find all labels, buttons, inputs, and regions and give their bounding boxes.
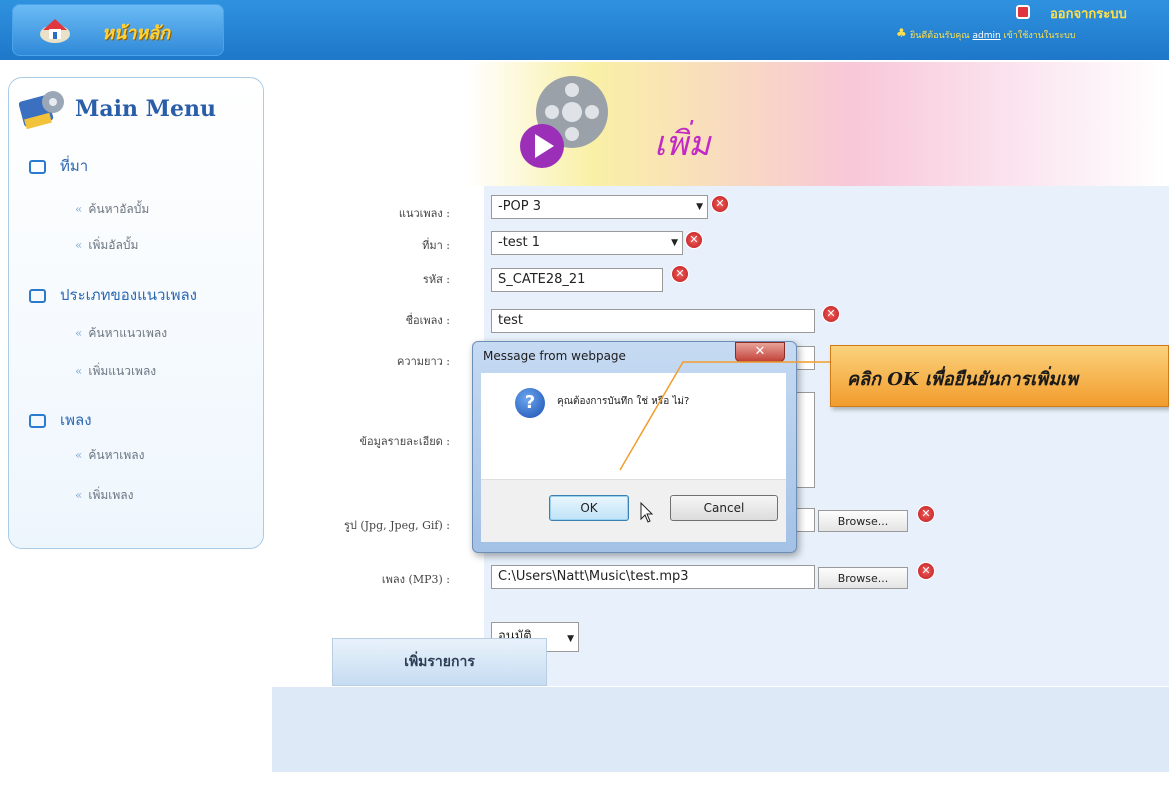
sidebar-section-genre[interactable]: ประเภทของแนวเพลง bbox=[29, 283, 197, 307]
song-file-input[interactable]: C:\Users\Natt\Music\test.mp3 bbox=[491, 565, 815, 589]
film-menu-icon bbox=[19, 91, 64, 130]
error-icon: ✕ bbox=[918, 506, 934, 522]
sidebar-item-search-album[interactable]: «ค้นหาอัลบั้ม bbox=[75, 200, 149, 219]
logout-link[interactable]: ออกจากระบบ bbox=[1050, 3, 1127, 24]
song-name-input[interactable]: test bbox=[491, 309, 815, 333]
chat-bubble-icon bbox=[29, 160, 46, 174]
sidebar-section-song[interactable]: เพลง bbox=[29, 408, 92, 432]
welcome-suffix: เข้าใช้งานในระบบ bbox=[1003, 31, 1076, 41]
welcome-username-link[interactable]: admin bbox=[972, 31, 1000, 41]
genre-label: แนวเพลง : bbox=[398, 207, 450, 220]
question-icon: ? bbox=[515, 388, 545, 418]
dialog-message: คุณต้องการบันทึก ใช่ หรือ ไม่? bbox=[557, 396, 690, 407]
error-icon: ✕ bbox=[823, 306, 839, 322]
dropdown-arrow-icon: ▼ bbox=[567, 634, 574, 644]
error-icon: ✕ bbox=[712, 196, 728, 212]
detail-label: ข้อมูลรายละเอียด : bbox=[359, 435, 450, 448]
sidebar-item-add-album[interactable]: «เพิ่มอัลบั้ม bbox=[75, 236, 138, 255]
top-header-bar: หน้าหลัก ออกจากระบบ ♣ ยินดีต้อนรับคุณ ad… bbox=[0, 0, 1169, 60]
main-menu-title: Main Menu bbox=[75, 96, 216, 122]
error-icon: ✕ bbox=[918, 563, 934, 579]
song-file-label: เพลง (MP3) : bbox=[381, 573, 450, 586]
code-label: รหัส : bbox=[422, 273, 450, 286]
sidebar-section-source[interactable]: ที่มา bbox=[29, 154, 88, 178]
dialog-ok-button[interactable]: OK bbox=[549, 495, 629, 521]
sidebar-item-search-song[interactable]: «ค้นหาเพลง bbox=[75, 446, 144, 465]
song-name-label: ชื่อเพลง : bbox=[405, 314, 450, 327]
source-label: ที่มา : bbox=[422, 239, 450, 252]
home-button[interactable]: หน้าหลัก bbox=[12, 4, 224, 56]
welcome-text: ยินดีต้อนรับคุณ admin เข้าใช้งานในระบบ bbox=[910, 28, 1168, 42]
instruction-callout: คลิก OK เพื่อยืนยันการเพิ่มเพ bbox=[830, 345, 1169, 407]
image-browse-button[interactable]: Browse... bbox=[818, 510, 908, 532]
error-icon: ✕ bbox=[686, 232, 702, 248]
home-icon bbox=[40, 19, 70, 43]
code-input[interactable]: S_CATE28_21 bbox=[491, 268, 663, 292]
sidebar-item-search-genre[interactable]: «ค้นหาแนวเพลง bbox=[75, 324, 167, 343]
user-icon: ♣ bbox=[896, 26, 907, 40]
callout-text: คลิก OK เพื่อยืนยันการเพิ่มเพ bbox=[847, 369, 1078, 390]
sidebar-main-menu: Main Menu ที่มา «ค้นหาอัลบั้ม «เพิ่มอัลบ… bbox=[8, 77, 264, 549]
sidebar-item-add-song[interactable]: «เพิ่มเพลง bbox=[75, 486, 134, 505]
double-arrow-icon: « bbox=[75, 326, 83, 340]
chat-bubble-icon bbox=[29, 289, 46, 303]
banner: เพิ่ม bbox=[272, 62, 1169, 186]
submit-area bbox=[272, 687, 1169, 772]
double-arrow-icon: « bbox=[75, 448, 83, 462]
song-browse-button[interactable]: Browse... bbox=[818, 567, 908, 589]
source-select[interactable]: -test 1 ▼ bbox=[491, 231, 683, 255]
welcome-prefix: ยินดีต้อนรับคุณ bbox=[910, 31, 970, 41]
banner-title: เพิ่ม bbox=[654, 124, 711, 164]
close-icon: ✕ bbox=[754, 344, 766, 359]
image-label: รูป (Jpg, Jpeg, Gif) : bbox=[343, 519, 450, 532]
dialog-close-button[interactable]: ✕ bbox=[735, 342, 785, 362]
dropdown-arrow-icon: ▼ bbox=[671, 238, 678, 248]
add-item-button[interactable]: เพิ่มรายการ bbox=[332, 638, 547, 686]
double-arrow-icon: « bbox=[75, 364, 83, 378]
logout-icon[interactable] bbox=[1016, 5, 1030, 19]
dialog-cancel-button[interactable]: Cancel bbox=[670, 495, 778, 521]
home-label: หน้าหลัก bbox=[102, 23, 171, 44]
double-arrow-icon: « bbox=[75, 488, 83, 502]
confirm-dialog: Message from webpage ✕ ? คุณต้องการบันทึ… bbox=[472, 341, 797, 553]
mouse-cursor-icon bbox=[640, 502, 654, 523]
film-reel-icon bbox=[520, 76, 608, 168]
genre-select[interactable]: -POP 3 ▼ bbox=[491, 195, 708, 219]
chat-bubble-icon bbox=[29, 414, 46, 428]
double-arrow-icon: « bbox=[75, 238, 83, 252]
sidebar-item-add-genre[interactable]: «เพิ่มแนวเพลง bbox=[75, 362, 156, 381]
dropdown-arrow-icon: ▼ bbox=[696, 202, 703, 212]
double-arrow-icon: « bbox=[75, 202, 83, 216]
length-label: ความยาว : bbox=[397, 355, 450, 368]
error-icon: ✕ bbox=[672, 266, 688, 282]
dialog-title: Message from webpage bbox=[483, 349, 626, 363]
